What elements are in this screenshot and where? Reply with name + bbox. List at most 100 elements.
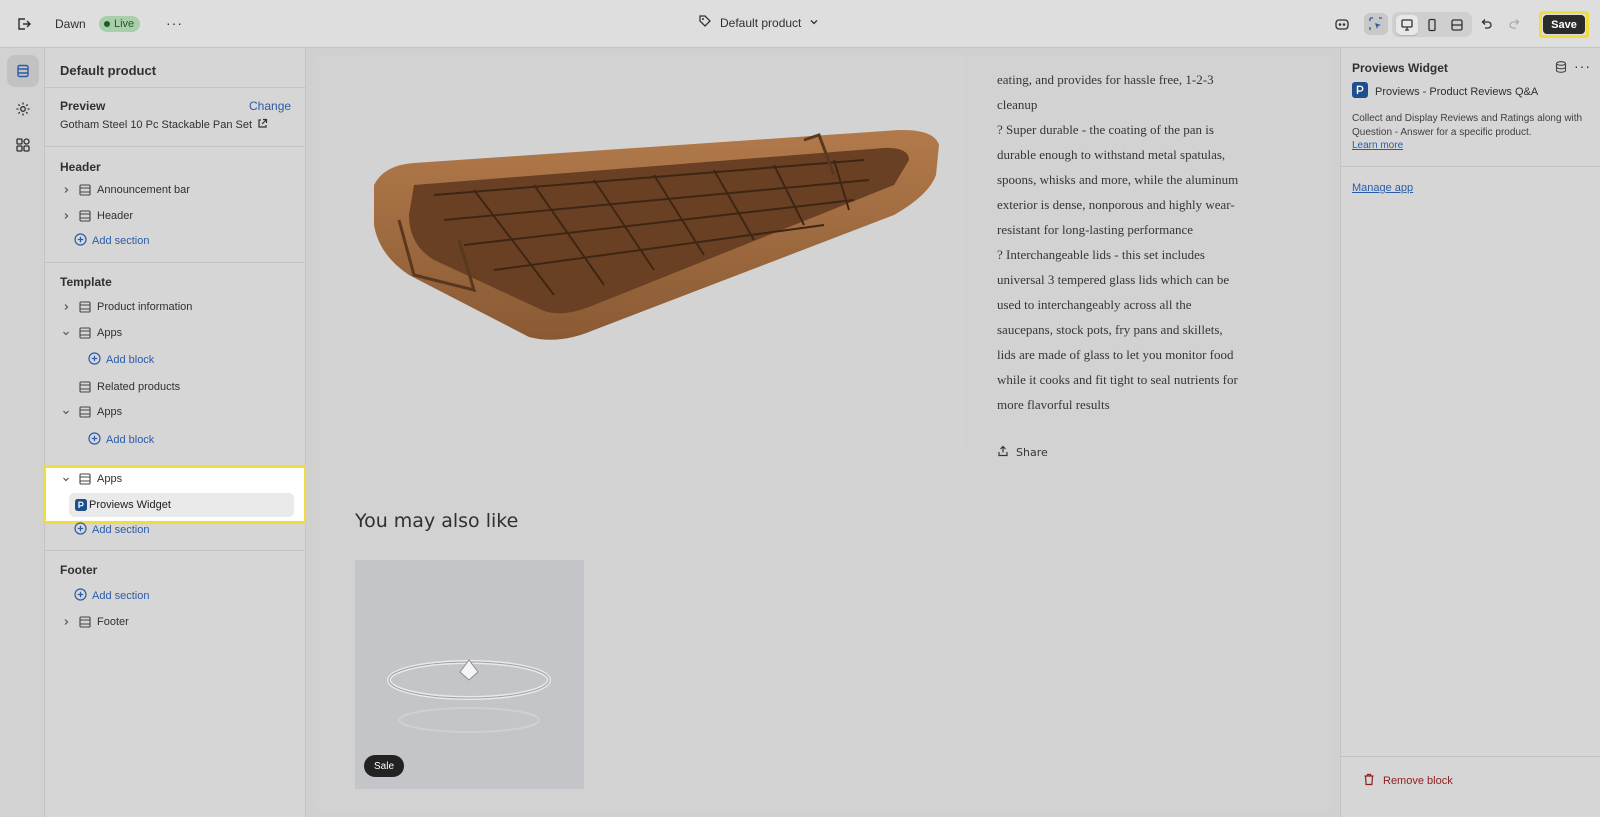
section-icon (76, 616, 94, 628)
section-icon (76, 301, 94, 313)
panel-title: Proviews Widget (1352, 61, 1448, 75)
change-preview-link[interactable]: Change (249, 99, 291, 113)
section-icon (76, 381, 94, 393)
section-announcement-bar[interactable]: Announcement bar (59, 179, 190, 201)
description-line: exterior is dense, nonporous and highly … (997, 197, 1235, 212)
section-icon (76, 406, 94, 418)
add-section-label: Add section (92, 524, 150, 536)
add-section-label: Add section (92, 590, 150, 602)
section-label: Footer (97, 616, 129, 628)
section-apps-highlighted[interactable]: Apps (59, 469, 122, 489)
add-block[interactable]: Add block (88, 430, 154, 450)
preview-label: Preview (60, 99, 106, 113)
app-name: Proviews - Product Reviews Q&A (1375, 85, 1539, 98)
description-line: universal 3 tempered glass lids which ca… (997, 272, 1230, 287)
divider (1341, 756, 1600, 757)
chevron-down-icon[interactable] (59, 475, 73, 483)
section-icon (76, 184, 94, 196)
sale-badge: Sale (364, 755, 405, 777)
description-line: resistant for long-lasting performance (997, 222, 1194, 237)
share-icon (997, 445, 1009, 460)
sections-icon[interactable] (7, 55, 39, 87)
manage-app-link[interactable]: Manage app (1352, 182, 1413, 194)
proviews-app-icon (75, 499, 87, 511)
live-badge-label: Live (114, 18, 135, 30)
section-product-information[interactable]: Product information (59, 296, 192, 318)
product-card[interactable]: Sale (355, 560, 584, 789)
section-header[interactable]: Header (59, 205, 133, 227)
inspect-icon[interactable] (1332, 14, 1352, 34)
learn-more-link[interactable]: Learn more (1352, 140, 1403, 151)
product-image[interactable] (354, 55, 964, 455)
desktop-icon[interactable] (1396, 14, 1419, 35)
apps-icon[interactable] (7, 129, 39, 161)
section-icon (76, 473, 94, 485)
section-related-products[interactable]: Related products (59, 376, 180, 398)
template-selector-label: Default product (720, 15, 802, 30)
section-apps[interactable]: Apps (59, 322, 122, 344)
description-line: lids are made of glass to let you monito… (997, 347, 1234, 362)
block-settings-panel: Proviews Widget ··· Proviews - Product R… (1340, 48, 1600, 817)
chevron-down-icon (809, 16, 819, 30)
description-line: more flavorful results (997, 397, 1110, 412)
redo-icon[interactable] (1505, 14, 1525, 34)
fullwidth-icon[interactable] (1446, 15, 1468, 35)
store-preview-frame: eating, and provides for hassle free, 1-… (313, 55, 1333, 811)
remove-block-button[interactable]: Remove block (1363, 773, 1453, 789)
preview-canvas: eating, and provides for hassle free, 1-… (306, 48, 1340, 817)
add-section-footer[interactable]: Add section (74, 586, 149, 606)
description-line: spoons, whisks and more, while the alumi… (997, 172, 1239, 187)
section-apps[interactable]: Apps (59, 401, 122, 423)
template-group-heading: Template (60, 275, 112, 289)
save-button[interactable]: Save (1543, 15, 1585, 34)
plus-circle-icon (88, 432, 101, 448)
chevron-right-icon[interactable] (59, 212, 73, 220)
plus-circle-icon (74, 588, 87, 604)
chevron-right-icon[interactable] (59, 186, 73, 194)
add-section-template[interactable]: Add section (74, 520, 149, 540)
undo-icon[interactable] (1476, 14, 1496, 34)
panel-more-button[interactable]: ··· (1574, 58, 1591, 74)
chevron-down-icon[interactable] (59, 329, 73, 337)
share-button[interactable]: Share (997, 445, 1048, 460)
selector-icon[interactable] (1364, 13, 1388, 35)
block-label: Proviews Widget (89, 499, 171, 511)
exit-icon[interactable] (14, 14, 34, 34)
description-line: ? Super durable - the coating of the pan… (997, 122, 1214, 137)
preview-product-name: Gotham Steel 10 Pc Stackable Pan Set (60, 119, 253, 131)
divider (45, 550, 306, 551)
plus-circle-icon (74, 522, 87, 538)
tag-icon (698, 14, 712, 31)
section-label: Apps (97, 327, 123, 339)
add-block[interactable]: Add block (88, 350, 154, 370)
chevron-right-icon[interactable] (59, 618, 73, 626)
description-line: used to interchangeably across all the (997, 297, 1192, 312)
live-dot (104, 21, 110, 27)
plus-circle-icon (88, 352, 101, 368)
block-proviews-widget[interactable]: Proviews Widget (69, 493, 294, 517)
mobile-icon[interactable] (1421, 15, 1443, 35)
chevron-right-icon[interactable] (59, 303, 73, 311)
add-section-header[interactable]: Add section (74, 231, 149, 251)
add-block-label: Add block (106, 354, 155, 366)
description-line: while it cooks and fit tight to seal nut… (997, 372, 1238, 387)
section-label: Apps (97, 406, 123, 418)
database-icon[interactable] (1554, 60, 1568, 74)
section-footer[interactable]: Footer (59, 611, 129, 633)
section-icon (76, 210, 94, 222)
section-label: Announcement bar (97, 184, 190, 196)
header-group-heading: Header (60, 160, 101, 174)
footer-group-heading: Footer (60, 563, 98, 577)
template-selector[interactable]: Default product (698, 14, 819, 31)
chevron-down-icon[interactable] (59, 408, 73, 416)
divider (45, 146, 306, 147)
app-info: Proviews - Product Reviews Q&A (1352, 82, 1538, 101)
section-label: Related products (97, 381, 181, 393)
settings-icon[interactable] (7, 93, 39, 125)
description-line: saucepans, stock pots, fry pans and skil… (997, 322, 1223, 337)
theme-more-button[interactable]: ··· (166, 15, 183, 31)
viewport-toggle (1392, 12, 1472, 37)
proviews-app-icon (1352, 82, 1368, 101)
preview-product[interactable]: Gotham Steel 10 Pc Stackable Pan Set (60, 118, 268, 132)
share-label: Share (1016, 446, 1048, 459)
